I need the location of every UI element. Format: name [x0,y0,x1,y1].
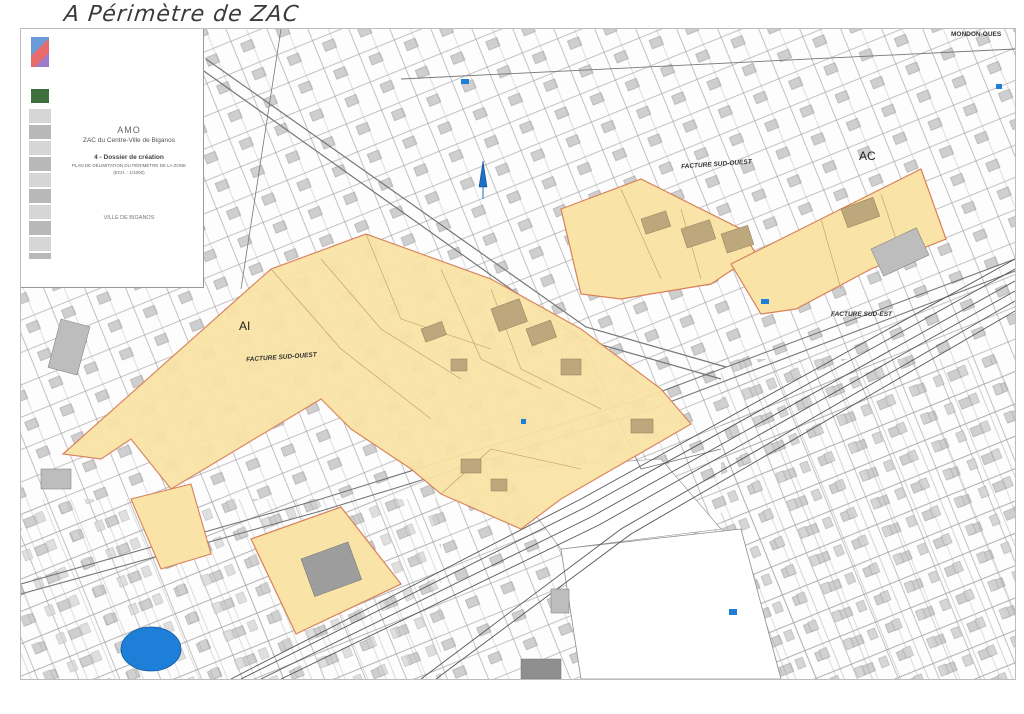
cartouche-client: VILLE DE BIGANOS [103,215,155,221]
road-label-facture-sud-est: FACTURE SUD-EST [831,311,893,318]
handwritten-title: A Périmètre de ZAC [62,2,301,27]
logo-mark-icon [31,89,49,103]
cartouche-subtitle: ZAC du Centre-Ville de Biganos [82,137,175,144]
photo-strip-icon [29,109,51,259]
cartouche-title: AMO [117,125,141,135]
cartouche-plan: PLAN DE DÉLIMITATION DU PÉRIMÈTRE DE LA … [71,163,187,168]
road-label-mondon-ouest: MONDON-OUES [951,31,1002,38]
section-label-ac: AC [859,149,876,163]
section-label-ai: AI [239,319,251,333]
cartouche-dossier: 4 - Dossier de création [94,154,164,161]
logo-icon [31,37,49,67]
pond [120,626,182,672]
cartouche-scale: (ECH. : 1/1000) [113,170,145,175]
cadastral-map-sheet[interactable]: AI AC FACTURE SUD-OUEST FACTURE SUD-OUES… [20,28,1016,680]
title-block: AMO ZAC du Centre-Ville de Biganos 4 - D… [21,29,204,288]
